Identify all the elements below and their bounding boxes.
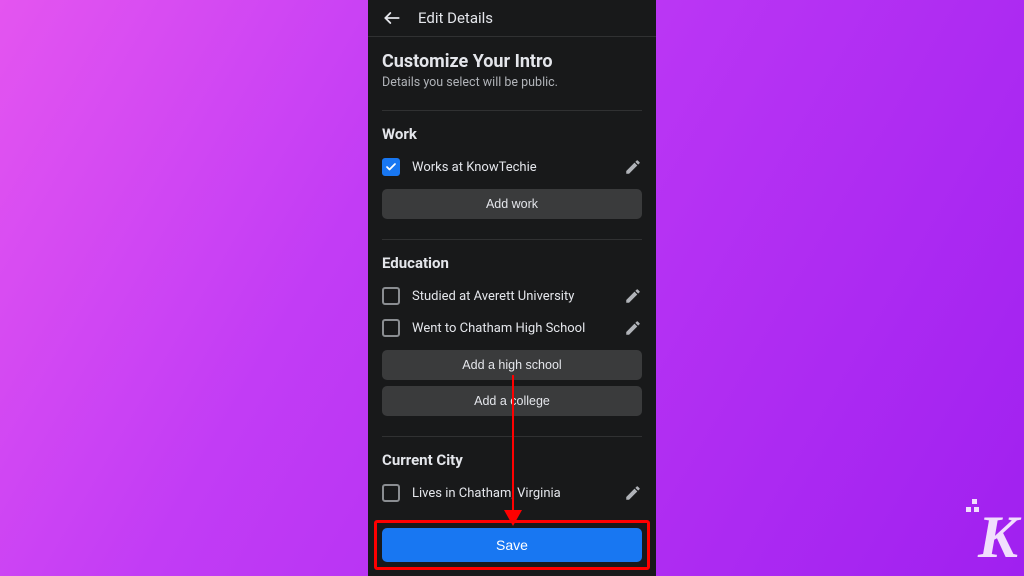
checkbox-icon[interactable] [382,158,400,176]
intro-block: Customize Your Intro Details you select … [382,37,642,102]
education-item1-label: Studied at Averett University [412,289,612,304]
checkbox-icon[interactable] [382,319,400,337]
watermark-letter: K [978,504,1016,570]
section-work: Work Works at KnowTechie Add work [382,110,642,231]
watermark-dots-icon [962,499,982,519]
topbar: Edit Details [368,0,656,37]
pencil-icon[interactable] [624,287,642,305]
education-row-2[interactable]: Went to Chatham High School [382,312,642,344]
back-arrow-icon[interactable] [382,8,402,28]
watermark-logo: K [978,503,1016,572]
education-item2-label: Went to Chatham High School [412,321,612,336]
intro-heading: Customize Your Intro [382,51,642,72]
annotation-arrow-shaft [512,375,514,515]
add-work-button[interactable]: Add work [382,189,642,219]
education-row-1[interactable]: Studied at Averett University [382,280,642,312]
checkbox-icon[interactable] [382,287,400,305]
pencil-icon[interactable] [624,158,642,176]
work-title: Work [382,125,642,143]
pencil-icon[interactable] [624,484,642,502]
annotation-arrow-head [504,510,522,526]
work-row[interactable]: Works at KnowTechie [382,151,642,183]
education-title: Education [382,254,642,272]
intro-sub: Details you select will be public. [382,75,642,90]
pencil-icon[interactable] [624,319,642,337]
save-highlight-box: Save [374,520,650,570]
work-item-label: Works at KnowTechie [412,160,612,175]
save-button[interactable]: Save [382,528,642,562]
topbar-title: Edit Details [418,9,493,27]
checkbox-icon[interactable] [382,484,400,502]
